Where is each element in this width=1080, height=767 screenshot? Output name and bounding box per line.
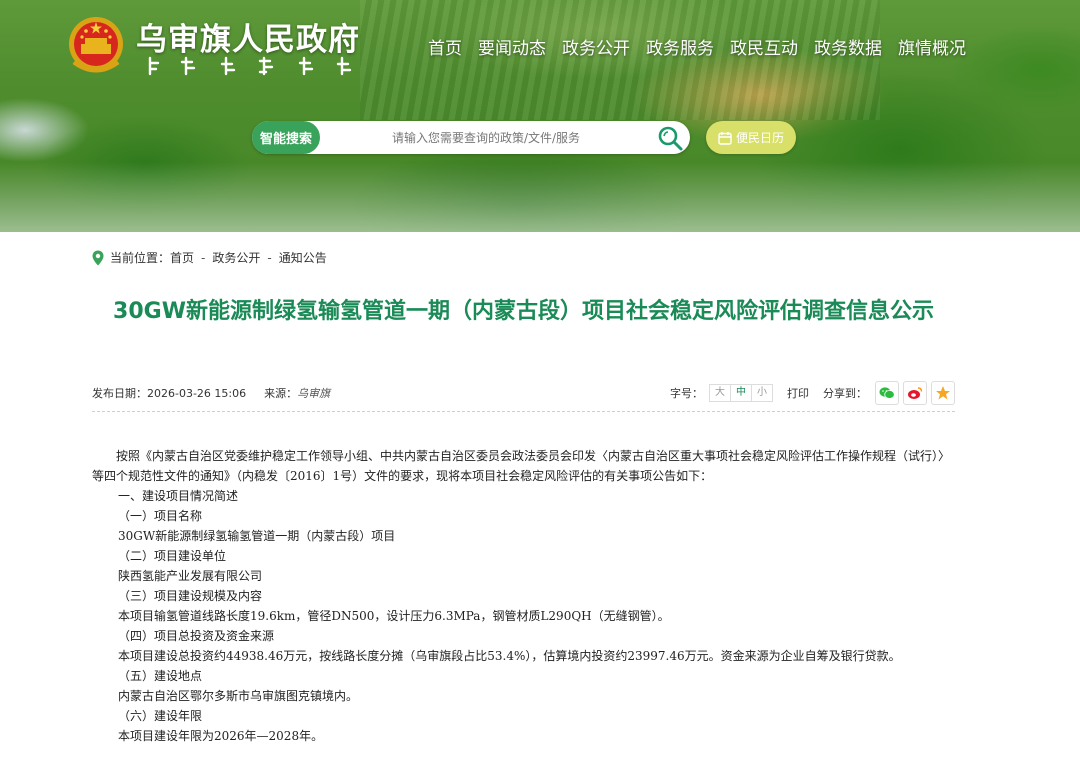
font-size-small[interactable]: 小 — [752, 385, 772, 401]
article-paragraph: 按照《内蒙古自治区党委维护稳定工作领导小组、中共内蒙古自治区委员会政法委员会印发… — [92, 449, 951, 483]
calendar-icon — [718, 131, 732, 145]
publish-date-value: 2026-03-26 15:06 — [147, 387, 247, 400]
subsection-heading: （三）项目建设规模及内容 — [118, 589, 263, 603]
banner-fields — [360, 0, 880, 120]
search-bar: 智能搜索 — [252, 121, 690, 154]
nav-services[interactable]: 政务服务 — [646, 34, 714, 59]
mongolian-script-logo — [148, 56, 352, 76]
location-pin-icon — [92, 250, 104, 265]
article-paragraph: 内蒙古自治区鄂尔多斯市乌审旗图克镇境内。 — [118, 689, 359, 703]
meta-divider — [92, 411, 955, 412]
calendar-button[interactable]: 便民日历 — [706, 121, 796, 154]
nav-public-affairs[interactable]: 政务公开 — [562, 34, 630, 59]
smart-search-tag[interactable]: 智能搜索 — [252, 121, 320, 154]
breadcrumb-home[interactable]: 首页 — [170, 249, 194, 266]
nav-interaction[interactable]: 政民互动 — [730, 34, 798, 59]
source-label: 来源： — [264, 387, 298, 400]
nav-data[interactable]: 政务数据 — [814, 34, 882, 59]
subsection-heading: （一）项目名称 — [118, 509, 203, 523]
article-title: 30GW新能源制绿氢输氢管道一期（内蒙古段）项目社会稳定风险评估调查信息公示 — [113, 299, 934, 324]
favorite-star-icon[interactable] — [931, 381, 955, 405]
subsection-heading: （二）项目建设单位 — [118, 549, 227, 563]
font-size-selector: 大 中 小 — [709, 384, 773, 402]
breadcrumb-label: 当前位置： — [110, 251, 171, 265]
publish-date: 发布日期：2026-03-26 15:06 — [92, 385, 246, 401]
site-title[interactable]: 乌审旗人民政府 — [136, 14, 360, 59]
article-body: 按照《内蒙古自治区党委维护稳定工作领导小组、中共内蒙古自治区委员会政法委员会印发… — [92, 446, 955, 746]
subsection-heading: （六）建设年限 — [118, 709, 203, 723]
breadcrumb: 当前位置： 首页 - 政务公开 - 通知公告 — [92, 249, 327, 266]
article-paragraph: 30GW新能源制绿氢输氢管道一期（内蒙古段）项目 — [118, 529, 396, 543]
font-size-label: 字号： — [670, 387, 703, 400]
article-paragraph: 本项目建设年限为2026年—2028年。 — [118, 729, 324, 743]
article-meta: 发布日期：2026-03-26 15:06 来源：乌审旗 字号： 大 中 小 打… — [92, 381, 955, 405]
search-icon[interactable] — [656, 124, 684, 152]
article-paragraph: 本项目建设总投资约44938.46万元，按线路长度分摊（乌审旗段占比53.4%）… — [118, 649, 901, 663]
publish-label: 发布日期： — [92, 387, 147, 400]
nav-home[interactable]: 首页 — [428, 34, 462, 59]
wechat-share-icon[interactable] — [875, 381, 899, 405]
weibo-share-icon[interactable] — [903, 381, 927, 405]
national-emblem-icon — [69, 17, 123, 73]
article-paragraph: 本项目输氢管道线路长度19.6km，管径DN500，设计压力6.3MPa，钢管材… — [118, 609, 670, 623]
header-banner: 乌审旗人民政府 首页 要闻动态 政务公开 政务服务 政民互动 政务数据 旗情概况… — [0, 0, 1080, 232]
article-paragraph: 陕西氢能产业发展有限公司 — [118, 569, 263, 583]
breadcrumb-public-affairs[interactable]: 政务公开 — [212, 249, 260, 266]
search-input[interactable] — [336, 121, 636, 154]
source: 来源：乌审旗 — [264, 385, 330, 401]
nav-overview[interactable]: 旗情概况 — [898, 34, 966, 59]
nav-news[interactable]: 要闻动态 — [478, 34, 546, 59]
calendar-label: 便民日历 — [735, 131, 784, 145]
subsection-heading: （四）项目总投资及资金来源 — [118, 629, 275, 643]
font-size-large[interactable]: 大 — [710, 385, 731, 401]
share-label: 分享到： — [823, 387, 867, 400]
main-nav: 首页 要闻动态 政务公开 政务服务 政民互动 政务数据 旗情概况 — [428, 34, 982, 59]
breadcrumb-notices[interactable]: 通知公告 — [279, 249, 327, 266]
source-value: 乌审旗 — [297, 387, 331, 400]
breadcrumb-separator: - — [201, 250, 206, 265]
print-button[interactable]: 打印 — [787, 385, 809, 401]
section-heading: 一、建设项目情况简述 — [118, 489, 239, 503]
font-size-medium[interactable]: 中 — [731, 385, 752, 401]
subsection-heading: （五）建设地点 — [118, 669, 203, 683]
breadcrumb-separator: - — [267, 250, 272, 265]
